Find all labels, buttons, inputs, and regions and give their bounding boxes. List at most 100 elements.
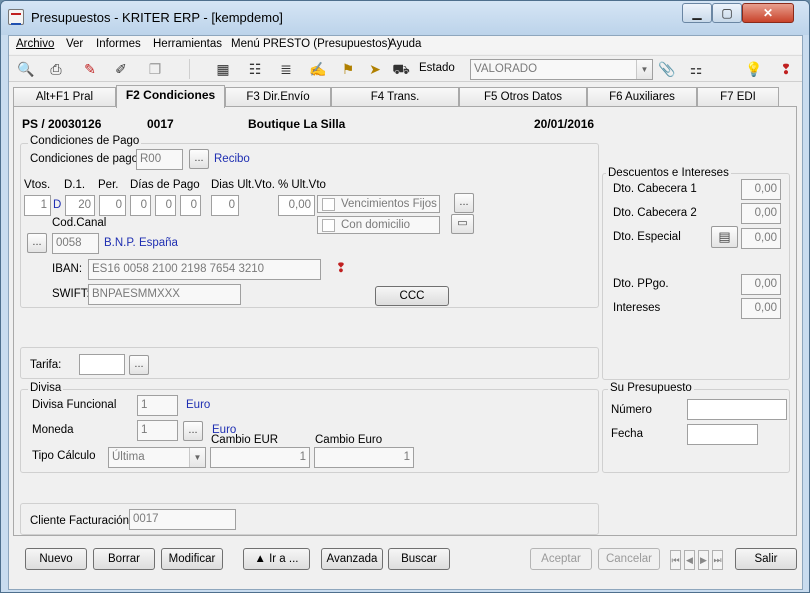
salir-button[interactable]: Salir (735, 548, 797, 570)
nuevo-button[interactable]: Nuevo (25, 548, 87, 570)
calculator-icon[interactable]: ▦ (214, 60, 232, 78)
modificar-button[interactable]: Modificar (161, 548, 223, 570)
per-field[interactable]: 0 (99, 195, 126, 216)
structure-icon[interactable]: ⚏ (687, 60, 705, 78)
ccc-button[interactable]: CCC (375, 286, 449, 306)
cambio-eur-field[interactable]: 1 (210, 447, 310, 468)
menu-ayuda[interactable]: Ayuda (389, 38, 421, 50)
edit-icon[interactable]: ✐ (112, 60, 130, 78)
iban-field[interactable]: ES16 0058 2100 2198 7654 3210 (88, 259, 321, 280)
copy-icon[interactable]: ❐ (146, 60, 164, 78)
payment-code-field[interactable]: R00 (136, 149, 183, 170)
venc-fijos-button[interactable]: ... (454, 193, 474, 213)
fecha-field[interactable] (687, 424, 758, 445)
dto-cab1-label: Dto. Cabecera 1 (613, 183, 697, 195)
first-record-icon[interactable]: ⏮ (670, 550, 681, 570)
dias-ult-vto-field[interactable]: 0 (211, 195, 239, 216)
stamp-icon[interactable]: ⚑ (339, 60, 357, 78)
print-icon[interactable]: ⎙ (47, 60, 65, 78)
list-icon[interactable]: ≣ (277, 60, 295, 78)
menu-ver[interactable]: Ver (66, 38, 83, 50)
swift-field[interactable]: BNPAESMMXXX (88, 284, 241, 305)
table-icon[interactable]: ▤ (711, 226, 738, 248)
bank-info-icon[interactable]: ❢ (332, 259, 350, 277)
domicilio-checkbox[interactable] (322, 219, 335, 232)
divisa-title: Divisa (28, 382, 64, 394)
cancelar-button[interactable]: Cancelar (598, 548, 660, 570)
attachment-icon[interactable]: 📎 (658, 60, 676, 78)
note-icon[interactable]: ✍ (309, 60, 327, 78)
title-bar[interactable]: Presupuestos - KRITER ERP - [kempdemo] ▁… (1, 1, 809, 35)
tipo-calculo-select[interactable]: Última ▼ (108, 447, 206, 468)
tools-icon[interactable]: ✎ (81, 60, 99, 78)
tab-edi[interactable]: F7 EDI (697, 87, 779, 107)
tab-auxiliares[interactable]: F6 Auxiliares (587, 87, 697, 107)
aceptar-button[interactable]: Aceptar (530, 548, 592, 570)
pct-ult-vto-field[interactable]: 0,00 (278, 195, 315, 216)
tarifa-field[interactable] (79, 354, 125, 375)
close-button[interactable]: ✕ (742, 3, 794, 23)
canal-desc: B.N.P. España (104, 237, 178, 249)
numero-field[interactable] (687, 399, 787, 420)
canal-lookup-button[interactable]: ... (27, 233, 47, 253)
minimize-button[interactable]: ▁ (682, 3, 712, 23)
cliente-facturacion-field[interactable]: 0017 (129, 509, 236, 530)
dto-ppgo-field[interactable]: 0,00 (741, 274, 781, 295)
moneda-field[interactable]: 1 (137, 420, 178, 441)
ir-a-button[interactable]: ▲ Ir a ... (243, 548, 310, 570)
cambio-moneda-field[interactable]: 1 (314, 447, 414, 468)
cambio-moneda-label: Cambio Euro (315, 434, 383, 446)
divisa-funcional-field[interactable]: 1 (137, 395, 178, 416)
borrar-button[interactable]: Borrar (93, 548, 155, 570)
tab-principal[interactable]: Alt+F1 Pral (13, 87, 116, 107)
previous-record-icon[interactable]: ◀ (684, 550, 695, 570)
tab-otros-datos[interactable]: F5 Otros Datos (459, 87, 587, 107)
numero-label: Número (611, 404, 652, 416)
dto-especial-label: Dto. Especial (613, 231, 681, 243)
tarifa-lookup-button[interactable]: ... (129, 355, 149, 375)
menu-informes[interactable]: Informes (96, 38, 141, 50)
truck-icon[interactable]: ⛟ (392, 60, 410, 78)
d1-label: D.1. (64, 179, 86, 191)
tree-icon[interactable]: ☷ (246, 60, 264, 78)
next-record-icon[interactable]: ▶ (698, 550, 709, 570)
venc-fijos-checkbox[interactable] (322, 198, 335, 211)
payment-code-lookup-button[interactable]: ... (189, 149, 209, 169)
last-record-icon[interactable]: ⏭ (712, 550, 723, 570)
dto-especial-field[interactable]: 0,00 (741, 228, 781, 249)
su-presupuesto-title: Su Presupuesto (608, 382, 694, 394)
menu-archivo[interactable]: Archivo (16, 38, 54, 50)
lightbulb-icon[interactable]: 💡 (745, 60, 763, 78)
conditions-panel: PS / 20030126 0017 Boutique La Silla 20/… (13, 106, 797, 536)
app-icon (8, 9, 24, 25)
dto-cab2-label: Dto. Cabecera 2 (613, 207, 697, 219)
tab-dir-envio[interactable]: F3 Dir.Envío (225, 87, 331, 107)
vtos-field[interactable]: 1 (24, 195, 51, 216)
buscar-button[interactable]: Buscar (388, 548, 450, 570)
menu-presto[interactable]: Menú PRESTO (Presupuestos) (231, 38, 391, 50)
canal-code-field[interactable]: 0058 (52, 233, 99, 254)
preview-icon[interactable]: 🔍 (17, 60, 35, 78)
tab-transporte[interactable]: F4 Trans. (331, 87, 459, 107)
maximize-button[interactable]: ▢ (712, 3, 742, 23)
dias-pago-1-field[interactable]: 0 (130, 195, 151, 216)
domicilio-button[interactable]: ▭ (451, 214, 474, 234)
process-icon[interactable]: ➤ (366, 60, 384, 78)
d1-field[interactable]: 20 (65, 195, 95, 216)
per-label: Per. (98, 179, 119, 191)
avanzada-button[interactable]: Avanzada (321, 548, 383, 570)
help-icon[interactable]: ❢ (777, 60, 795, 78)
intereses-field[interactable]: 0,00 (741, 298, 781, 319)
dias-pago-2-field[interactable]: 0 (155, 195, 176, 216)
app-window: Presupuestos - KRITER ERP - [kempdemo] ▁… (0, 0, 810, 593)
divisa-funcional-label: Divisa Funcional (32, 399, 117, 411)
dias-pago-3-field[interactable]: 0 (180, 195, 201, 216)
tab-condiciones[interactable]: F2 Condiciones (116, 85, 225, 108)
dto-cab1-field[interactable]: 0,00 (741, 179, 781, 200)
menu-herramientas[interactable]: Herramientas (153, 38, 222, 50)
cambio-eur-label: Cambio EUR (211, 434, 279, 446)
moneda-lookup-button[interactable]: ... (183, 421, 203, 441)
pct-ult-vto-label: % Ult.Vto (278, 179, 326, 191)
estado-select[interactable]: VALORADO ▼ (470, 59, 653, 80)
dto-cab2-field[interactable]: 0,00 (741, 203, 781, 224)
